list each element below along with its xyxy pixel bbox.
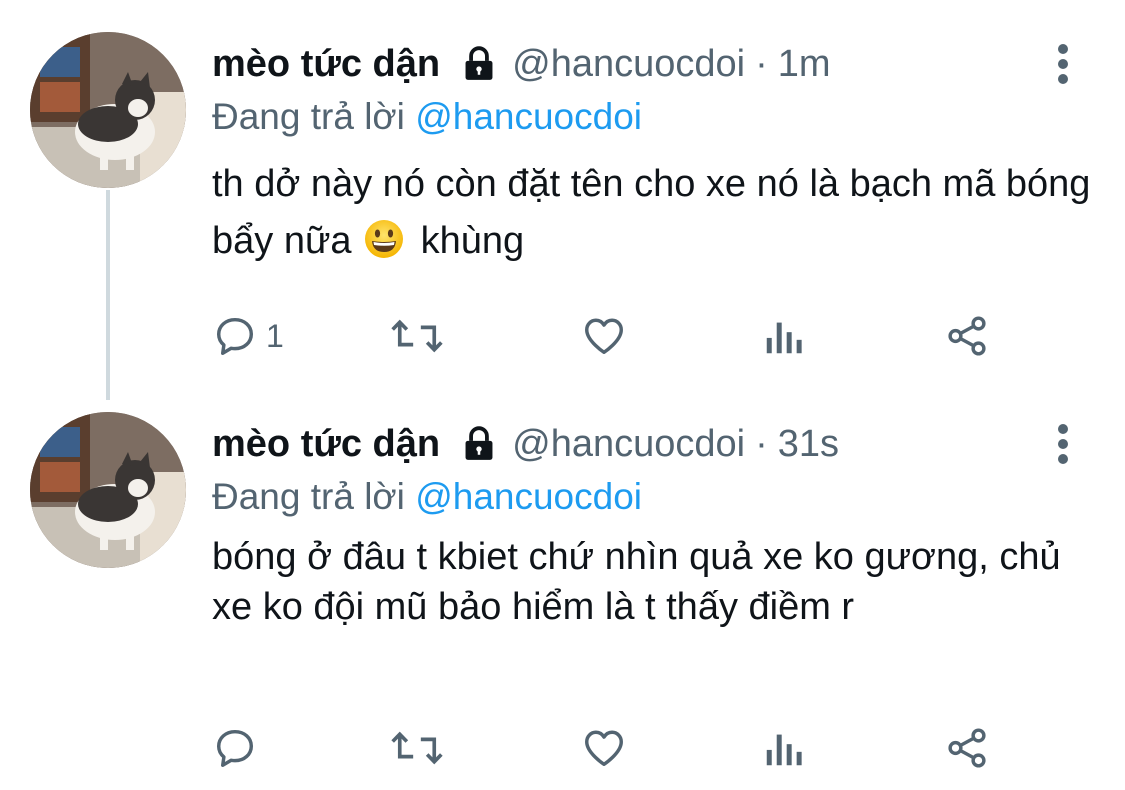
tweet-text-part: th dở này nó còn đặt tên cho xe nó là bạ…	[212, 163, 1091, 262]
tweet-actions	[212, 721, 1002, 775]
more-vertical-icon[interactable]	[1051, 44, 1075, 84]
replying-prefix: Đang trả lời	[212, 476, 405, 517]
reply-count: 1	[266, 317, 284, 354]
share-icon	[944, 313, 990, 359]
avatar[interactable]	[30, 32, 186, 188]
lock-icon	[460, 45, 498, 83]
timestamp[interactable]: 1m	[778, 43, 831, 86]
replying-to: Đang trả lời @hancuocdoi	[212, 476, 642, 518]
lock-icon	[460, 425, 498, 463]
author-handle[interactable]: @hancuocdoi	[512, 423, 745, 466]
tweet-actions: 1	[212, 309, 1002, 363]
thread-connector-line	[106, 190, 110, 400]
retweet-button[interactable]	[388, 309, 446, 363]
like-button[interactable]	[580, 721, 628, 775]
like-button[interactable]	[580, 309, 628, 363]
analytics-icon	[764, 313, 804, 359]
share-button[interactable]	[944, 721, 990, 775]
tweet-header: mèo tức dận @hancuocdoi · 1m	[212, 36, 831, 92]
reply-icon	[212, 313, 258, 359]
reply-icon	[212, 725, 258, 771]
share-button[interactable]	[944, 309, 990, 363]
retweet-button[interactable]	[388, 721, 446, 775]
tweet-text-part: khùng	[420, 220, 525, 262]
tweet-text: th dở này nó còn đặt tên cho xe nó là bạ…	[212, 156, 1092, 270]
heart-icon	[580, 313, 628, 359]
analytics-button[interactable]	[764, 721, 804, 775]
grinning-face-emoji-icon	[364, 219, 404, 259]
share-icon	[944, 725, 990, 771]
replying-prefix: Đang trả lời	[212, 96, 405, 137]
analytics-button[interactable]	[764, 309, 804, 363]
author-name[interactable]: mèo tức dận	[212, 43, 440, 86]
separator-dot: ·	[755, 42, 768, 85]
analytics-icon	[764, 725, 804, 771]
avatar[interactable]	[30, 412, 186, 568]
retweet-icon	[388, 725, 446, 771]
replying-to: Đang trả lời @hancuocdoi	[212, 96, 642, 138]
tweet-text: bóng ở đâu t kbiet chứ nhìn quả xe ko gư…	[212, 536, 1061, 628]
reply-button[interactable]: 1	[212, 309, 284, 363]
heart-icon	[580, 725, 628, 771]
timestamp[interactable]: 31s	[778, 423, 839, 466]
retweet-icon	[388, 313, 446, 359]
reply-button[interactable]	[212, 721, 266, 775]
separator-dot: ·	[755, 422, 768, 465]
replying-mention[interactable]: @hancuocdoi	[415, 96, 642, 137]
replying-mention[interactable]: @hancuocdoi	[415, 476, 642, 517]
tweet-header: mèo tức dận @hancuocdoi · 31s	[212, 416, 839, 472]
author-handle[interactable]: @hancuocdoi	[512, 43, 745, 86]
author-name[interactable]: mèo tức dận	[212, 423, 440, 466]
more-vertical-icon[interactable]	[1051, 424, 1075, 464]
